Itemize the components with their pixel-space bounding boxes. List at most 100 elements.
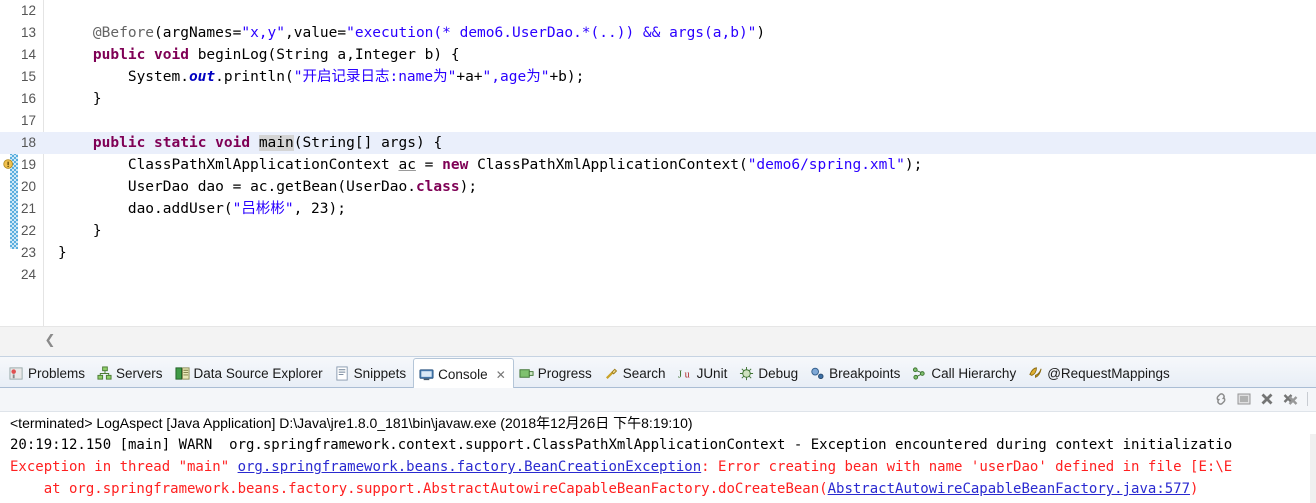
- code-token: dao: [197, 179, 224, 195]
- problems-icon: [9, 366, 23, 380]
- view-tab-list[interactable]: Problems Servers Data Source Explorer Snipp…: [4, 357, 1177, 390]
- svg-text:u: u: [684, 369, 689, 380]
- tab-console[interactable]: Console ✕: [413, 358, 514, 390]
- code-text[interactable]: dao.addUser("吕彬彬", 23);: [58, 198, 346, 220]
- terminate-icon[interactable]: [1259, 391, 1275, 407]
- code-token: args: [381, 135, 416, 151]
- code-line[interactable]: 15 System.out.println("开启记录日志:name为"+a+"…: [0, 66, 1316, 88]
- code-line[interactable]: 19 ClassPathXmlApplicationContext ac = n…: [0, 154, 1316, 176]
- editor-bottom-strip: ❮: [0, 326, 1316, 356]
- code-text[interactable]: @Before(argNames="x,y",value="execution(…: [58, 22, 765, 44]
- tab-debug[interactable]: Debug: [734, 357, 805, 389]
- code-token: , 23);: [293, 201, 346, 217]
- line-number: 18: [20, 135, 36, 150]
- view-tab-bar[interactable]: Problems Servers Data Source Explorer Snipp…: [0, 356, 1316, 390]
- tab-breakpoints[interactable]: Breakpoints: [805, 357, 907, 389]
- code-token: (argNames=: [154, 25, 242, 41]
- tab-label: Console: [438, 367, 488, 382]
- code-text[interactable]: System.out.println("开启记录日志:name为"+a+",ag…: [58, 66, 585, 88]
- remove-all-terminated-icon[interactable]: [1282, 391, 1298, 407]
- code-text[interactable]: public void beginLog(String a,Integer b)…: [58, 44, 460, 66]
- code-token: @Before: [92, 25, 155, 41]
- console-output[interactable]: 20:19:12.150 [main] WARN org.springframe…: [0, 434, 1316, 503]
- tab-junit[interactable]: Ju JUnit: [673, 357, 735, 389]
- code-line[interactable]: 23}: [0, 242, 1316, 264]
- link-with-debug-icon[interactable]: [1213, 391, 1229, 407]
- console-text: Exception in thread "main": [10, 459, 238, 475]
- line-number: 17: [20, 113, 36, 128]
- tab-call-hierarchy[interactable]: Call Hierarchy: [907, 357, 1023, 389]
- servers-icon: [97, 365, 112, 380]
- tab-snippets[interactable]: Snippets: [330, 357, 414, 389]
- search-icon: [604, 366, 619, 381]
- console-view[interactable]: <terminated> LogAspect [Java Application…: [0, 388, 1316, 503]
- console-launch-title: <terminated> LogAspect [Java Application…: [0, 412, 1316, 434]
- code-text[interactable]: UserDao dao = ac.getBean(UserDao.class);: [58, 176, 477, 198]
- code-line[interactable]: 13 @Before(argNames="x,y",value="executi…: [0, 22, 1316, 44]
- console-hyperlink[interactable]: AbstractAutowireCapableBeanFactory.java:…: [828, 481, 1190, 497]
- debug-icon: [740, 366, 754, 380]
- code-line[interactable]: 20 UserDao dao = ac.getBean(UserDao.clas…: [0, 176, 1316, 198]
- request-mappings-icon: [1028, 366, 1043, 381]
- tab-label: Problems: [28, 365, 86, 381]
- display-selected-console-icon[interactable]: [1236, 391, 1252, 407]
- code-token: "x,y": [241, 25, 285, 41]
- tab-close-icon[interactable]: ✕: [496, 368, 506, 382]
- code-text[interactable]: ClassPathXmlApplicationContext ac = new …: [58, 154, 922, 176]
- remove-all-terminated-icon[interactable]: [1282, 391, 1298, 407]
- console-line: 20:19:12.150 [main] WARN org.springframe…: [0, 434, 1316, 456]
- tab-label: Debug: [758, 365, 799, 381]
- code-line[interactable]: 24: [0, 264, 1316, 286]
- code-text[interactable]: public static void main(String[] args) {: [58, 132, 442, 154]
- display-selected-console-icon[interactable]: [1236, 391, 1252, 407]
- code-area[interactable]: 12 13 @Before(argNames="x,y",value="execu…: [0, 0, 1316, 326]
- java-editor[interactable]: 12 13 @Before(argNames="x,y",value="execu…: [0, 0, 1316, 356]
- code-text[interactable]: }: [58, 242, 67, 264]
- tab-label: Breakpoints: [829, 365, 901, 381]
- line-number: 14: [20, 47, 36, 62]
- tab-data-source-explorer[interactable]: Data Source Explorer: [170, 357, 330, 389]
- console-scrollbar[interactable]: [1310, 434, 1316, 503]
- code-line[interactable]: 16 }: [0, 88, 1316, 110]
- console-hyperlink[interactable]: org.springframework.beans.factory.BeanCr…: [238, 459, 702, 475]
- warning-marker-icon[interactable]: [2, 157, 16, 171]
- line-number: 16: [20, 91, 36, 106]
- console-toolbar[interactable]: [0, 388, 1316, 412]
- console-icon: [419, 369, 434, 381]
- tab-servers[interactable]: Servers: [92, 357, 170, 389]
- code-token: );: [459, 179, 478, 195]
- code-token: class: [415, 179, 460, 195]
- tab-search[interactable]: Search: [599, 357, 673, 389]
- terminate-icon[interactable]: [1259, 391, 1275, 407]
- tab-problems[interactable]: Problems: [4, 357, 92, 389]
- link-with-debug-icon[interactable]: [1213, 391, 1229, 407]
- servers-icon: [97, 365, 112, 381]
- line-number: 12: [20, 3, 36, 18]
- code-line[interactable]: 12: [0, 0, 1316, 22]
- console-text: at org.springframework.beans.factory.sup…: [10, 481, 828, 497]
- code-text[interactable]: }: [58, 88, 102, 110]
- code-token: +a+: [456, 69, 483, 85]
- console-toolbar-icons[interactable]: [1213, 391, 1310, 407]
- code-token: UserDao: [58, 179, 198, 195]
- chevron-left-icon[interactable]: ❮: [42, 333, 58, 349]
- code-token: );: [904, 157, 923, 173]
- line-number: 22: [20, 223, 36, 238]
- code-line[interactable]: 18 public static void main(String[] args…: [0, 132, 1316, 154]
- code-line[interactable]: 21 dao.addUser("吕彬彬", 23);: [0, 198, 1316, 220]
- code-line[interactable]: 14 public void beginLog(String a,Integer…: [0, 44, 1316, 66]
- tab-label: Servers: [116, 365, 163, 381]
- tab-requestmappings[interactable]: @RequestMappings: [1023, 357, 1177, 389]
- progress-icon: [519, 368, 534, 378]
- code-line[interactable]: 22 }: [0, 220, 1316, 242]
- code-token: ,value=: [285, 25, 347, 41]
- line-number: 20: [20, 179, 36, 194]
- code-token: (String[]: [293, 135, 382, 151]
- tab-progress[interactable]: Progress: [514, 357, 599, 389]
- code-text[interactable]: }: [58, 220, 102, 242]
- code-line[interactable]: 17: [0, 110, 1316, 132]
